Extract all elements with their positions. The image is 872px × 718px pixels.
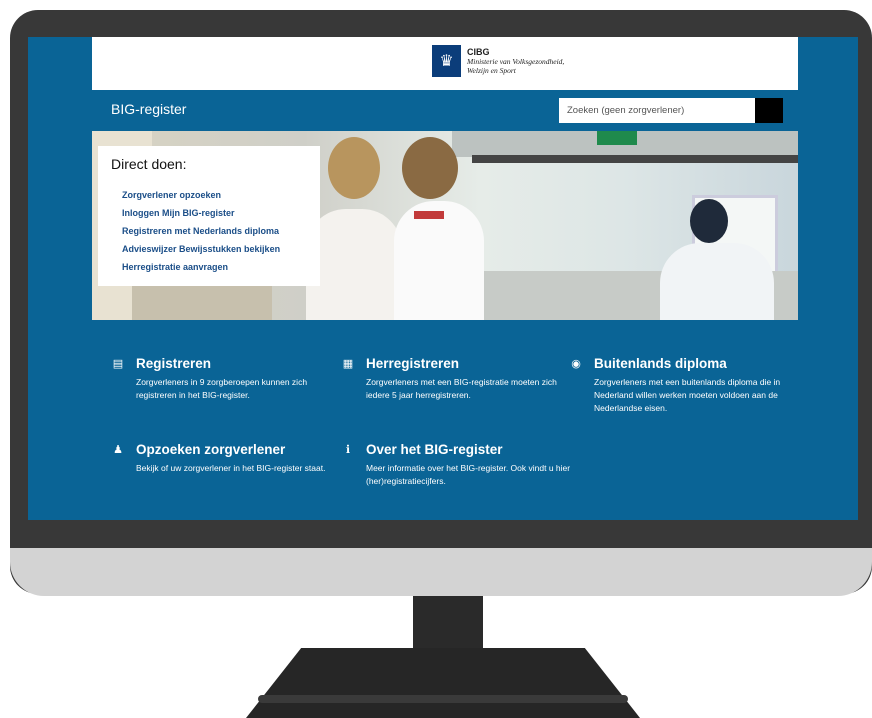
photo-rail [472,155,798,163]
photo-person-3 [660,243,774,320]
feature-desc: Meer informatie over het BIG-register. O… [366,463,571,486]
feature-desc: Zorgverleners in 9 zorgberoepen kunnen z… [136,377,308,400]
screen: ♛ CIBG Ministerie van Volksgezondheid, W… [28,37,858,520]
search-button[interactable] [755,98,783,123]
feature-title[interactable]: Opzoeken zorgverlener [136,442,285,457]
monitor-stand-neck [413,596,483,648]
rijksoverheid-logo[interactable]: ♛ CIBG Ministerie van Volksgezondheid, W… [432,45,564,77]
person-search-icon: ♟ [113,444,123,456]
link-advieswijzer-bewijsstukken[interactable]: Advieswijzer Bewijsstukken bekijken [122,240,280,258]
monitor-stand-base [246,648,640,718]
direct-doen-title: Direct doen: [111,156,187,172]
monitor-chin [10,548,872,596]
globe-icon: ◉ [571,358,581,370]
site-title[interactable]: BIG-register [111,101,186,117]
feature-desc: Zorgverleners met een BIG-registratie mo… [366,377,557,400]
top-banner: ♛ CIBG Ministerie van Volksgezondheid, W… [92,37,798,90]
photo-nurse-2-head [402,137,458,199]
feature-title[interactable]: Buitenlands diploma [594,356,727,371]
search-input[interactable] [559,98,755,123]
logo-org: CIBG [467,46,490,57]
direct-doen-panel: Direct doen: Zorgverlener opzoeken Inlog… [98,146,320,286]
feature-desc: Bekijk of uw zorgverlener in het BIG-reg… [136,463,326,473]
link-registreren-nederlands-diploma[interactable]: Registreren met Nederlands diploma [122,222,280,240]
logo-text: CIBG Ministerie van Volksgezondheid, Wel… [467,46,565,75]
feature-title[interactable]: Over het BIG-register [366,442,503,457]
feature-desc: Zorgverleners met een buitenlands diplom… [594,377,781,413]
info-icon: ℹ [345,444,351,456]
link-inloggen-mijn-big-register[interactable]: Inloggen Mijn BIG-register [122,204,280,222]
photo-collar [414,211,444,219]
monitor-stand-shadow [258,695,628,703]
link-zorgverlener-opzoeken[interactable]: Zorgverlener opzoeken [122,186,280,204]
logo-ministry-line1: Ministerie van Volksgezondheid, [467,56,565,66]
photo-nurse-1-head [328,137,380,199]
feature-title[interactable]: Registreren [136,356,211,371]
coat-of-arms-icon: ♛ [432,45,461,77]
feature-title[interactable]: Herregistreren [366,356,459,371]
exit-sign [597,131,637,145]
link-herregistratie-aanvragen[interactable]: Herregistratie aanvragen [122,258,280,276]
clipboard-icon: ▦ [342,358,354,370]
logo-ministry-line2: Welzijn en Sport [467,65,516,75]
photo-person-3-head [690,199,728,243]
photo-nurse-1 [306,209,402,320]
direct-doen-list: Zorgverlener opzoeken Inloggen Mijn BIG-… [122,186,280,276]
document-icon: ▤ [112,358,124,370]
